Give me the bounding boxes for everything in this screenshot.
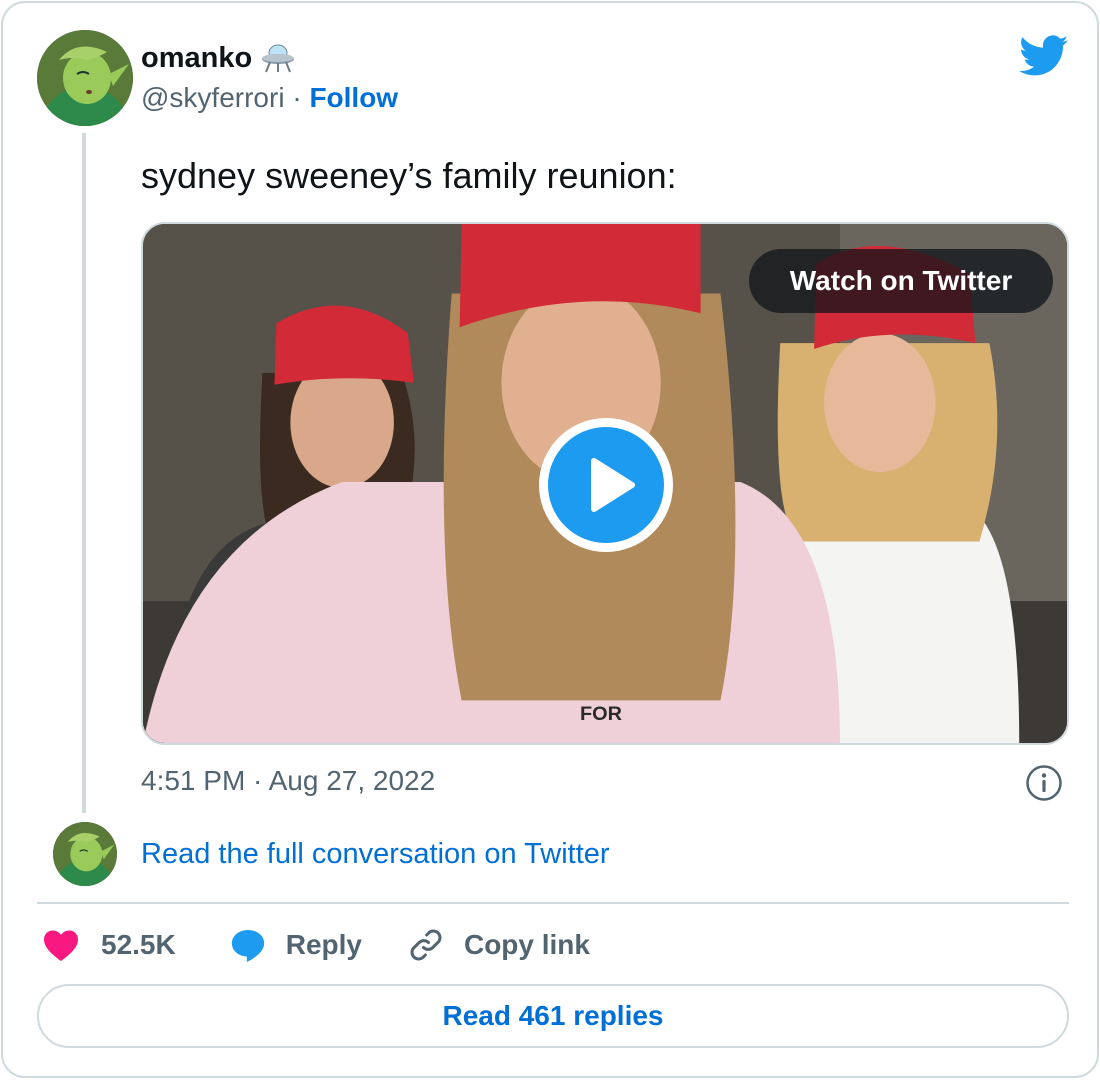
handle-separator: · bbox=[284, 82, 310, 113]
reply-avatar bbox=[53, 822, 117, 886]
follow-link[interactable]: Follow bbox=[309, 82, 398, 113]
link-icon bbox=[406, 925, 446, 965]
copy-link-label: Copy link bbox=[463, 929, 590, 960]
display-name-text: omanko bbox=[141, 41, 253, 74]
tweet-text: sydney sweeney’s family reunion: bbox=[141, 155, 677, 196]
reply-label: Reply bbox=[285, 929, 362, 960]
like-button[interactable]: 52.5K bbox=[41, 925, 176, 965]
heart-icon bbox=[41, 925, 81, 965]
play-icon bbox=[548, 427, 664, 543]
info-icon[interactable] bbox=[1025, 764, 1063, 802]
read-full-conversation-link[interactable]: Read the full conversation on Twitter bbox=[141, 838, 610, 871]
twitter-bird-icon[interactable] bbox=[1019, 35, 1069, 77]
play-button[interactable] bbox=[539, 418, 673, 552]
copy-link-button[interactable]: Copy link bbox=[406, 925, 590, 965]
ufo-icon bbox=[260, 41, 296, 75]
reply-bubble-icon bbox=[228, 925, 268, 965]
author-handle[interactable]: @skyferrori bbox=[141, 82, 285, 113]
thread-line bbox=[82, 133, 86, 813]
svg-text:FOR: FOR bbox=[580, 703, 622, 725]
author-display-name[interactable]: omanko bbox=[141, 41, 296, 75]
like-count: 52.5K bbox=[101, 929, 176, 960]
video-player[interactable]: FOR Watch on Twitter bbox=[141, 222, 1069, 745]
action-bar: 52.5K Reply Copy link bbox=[41, 921, 590, 969]
tweet-timestamp[interactable]: 4:51 PM · Aug 27, 2022 bbox=[141, 765, 435, 797]
author-handle-row: @skyferrori · Follow bbox=[141, 82, 398, 114]
divider bbox=[37, 902, 1069, 904]
author-avatar[interactable] bbox=[37, 30, 133, 126]
tweet-embed-card: omanko @skyferrori · Follow sydney sween… bbox=[1, 1, 1099, 1078]
reply-button[interactable]: Reply bbox=[228, 925, 362, 965]
read-replies-button[interactable]: Read 461 replies bbox=[37, 984, 1069, 1048]
watch-on-twitter-button[interactable]: Watch on Twitter bbox=[749, 249, 1053, 313]
